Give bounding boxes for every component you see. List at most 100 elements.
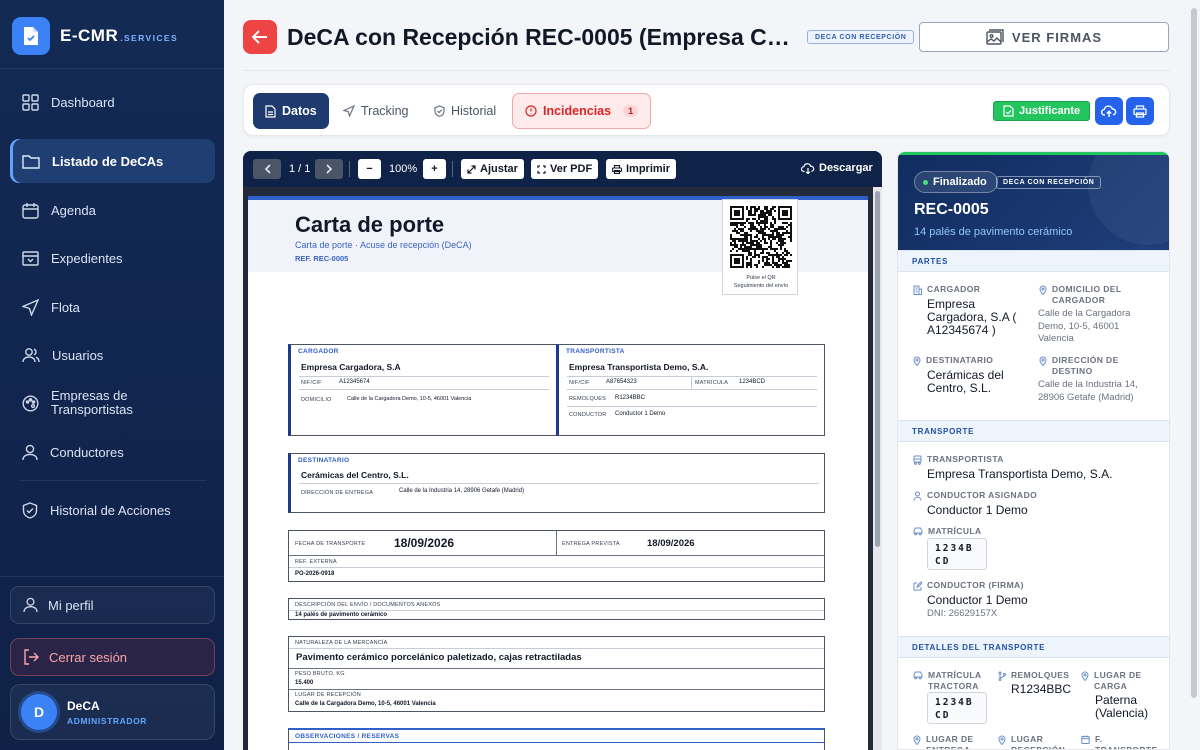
users-icon	[22, 348, 40, 363]
cloud-upload-icon	[1101, 104, 1117, 117]
calendar-icon	[1081, 735, 1090, 744]
upload-cloud-button[interactable]	[1095, 97, 1123, 125]
zoom-in-button[interactable]: +	[423, 159, 446, 179]
print-button[interactable]	[1126, 97, 1154, 125]
sidebar-item-listado[interactable]: Listado de DeCAs	[10, 139, 215, 183]
archive-icon	[22, 250, 39, 266]
cargador-value: Empresa Cargadora, S.A ( A12345674 )	[927, 297, 1017, 337]
map-pin-icon	[1081, 671, 1089, 681]
deca-ref: REC-0005	[914, 201, 989, 218]
sidebar-item-label: Flota	[51, 299, 80, 315]
pdf-viewer: 1 / 1 − 100% + Ajustar Ver PDF Imprimir …	[243, 151, 882, 750]
details-panel: Finalizado DECA CON RECEPCIÓN REC-0005 1…	[897, 151, 1170, 750]
avatar: D	[21, 694, 57, 730]
tab-incidencias[interactable]: Incidencias 1	[512, 93, 652, 129]
sidebar-item-label: Expedientes	[51, 250, 123, 266]
divider	[452, 161, 453, 177]
prev-page-button[interactable]	[253, 159, 281, 179]
car-icon	[913, 527, 923, 536]
calendar-icon	[22, 202, 39, 219]
cloud-download-icon	[801, 162, 815, 174]
incidencias-count: 1	[623, 105, 639, 117]
sidebar-item-flota[interactable]: Flota	[10, 285, 215, 329]
sidebar-item-historial[interactable]: Historial de Acciones	[10, 488, 215, 532]
pdf-toolbar: 1 / 1 − 100% + Ajustar Ver PDF Imprimir …	[243, 151, 882, 187]
tab-historial[interactable]: Historial	[422, 93, 508, 129]
pdf-scrollbar[interactable]	[873, 187, 882, 750]
pdf-page: Carta de porte Carta de porte · Acuse de…	[248, 196, 868, 750]
expand-icon	[467, 164, 476, 174]
edit-icon	[913, 581, 922, 591]
firma-value: Conductor 1 Demo	[927, 593, 1028, 607]
page-title: DeCA con Recepción REC-0005 (Empresa Car…	[287, 24, 799, 50]
ver-pdf-button[interactable]: Ver PDF	[531, 159, 599, 179]
alert-circle-icon	[525, 105, 537, 117]
observaciones-box: OBSERVACIONES / RESERVAS	[288, 728, 825, 750]
pdf-title: Carta de porte	[295, 212, 445, 237]
user-name: DeCA	[67, 698, 100, 713]
divider	[349, 161, 350, 177]
sidebar-item-label: Conductores	[50, 444, 124, 460]
destinatario-box: DESTINATARIO Cerámicas del Centro, S.L. …	[288, 453, 825, 513]
sidebar-item-empresas[interactable]: Empresas de Transportistas	[10, 381, 215, 425]
map-pin-icon	[998, 735, 1006, 745]
pdf-ref: REF. REC-0005	[295, 254, 349, 263]
navigation-icon	[343, 105, 355, 117]
ajustar-button[interactable]: Ajustar	[461, 159, 524, 179]
sidebar-item-agenda[interactable]: Agenda	[10, 188, 215, 232]
document-icon	[12, 17, 50, 55]
map-pin-icon	[1039, 356, 1047, 366]
justificante-button[interactable]: Justificante	[993, 101, 1091, 121]
sidebar-item-dashboard[interactable]: Dashboard	[10, 80, 215, 124]
divider	[243, 70, 1170, 71]
section-detalles: DETALLES DEL TRANSPORTE	[898, 636, 1169, 658]
image-icon	[986, 29, 1004, 45]
section-partes: PARTES	[898, 250, 1169, 272]
zoom-out-button[interactable]: −	[358, 159, 381, 179]
zoom-level: 100%	[389, 163, 418, 175]
chevron-right-icon	[325, 164, 332, 174]
qr-icon	[730, 206, 792, 268]
navigation-icon	[22, 298, 39, 316]
sidebar-item-label: Listado de DeCAs	[52, 153, 164, 169]
user-icon	[22, 444, 38, 460]
tab-datos[interactable]: Datos	[253, 93, 329, 129]
page-indicator: 1 / 1	[289, 163, 311, 175]
tab-bar: Datos Tracking Historial Incidencias 1 J…	[243, 84, 1170, 136]
ver-firmas-button[interactable]: VER FIRMAS	[919, 22, 1169, 52]
sidebar-item-conductores[interactable]: Conductores	[10, 430, 215, 474]
sidebar-item-usuarios[interactable]: Usuarios	[10, 333, 215, 377]
folder-icon	[22, 155, 40, 169]
brand[interactable]: E-CMR .SERVICES	[12, 16, 178, 56]
destinatario-value: Cerámicas del Centro, S.L.	[927, 368, 1004, 395]
grid-icon	[22, 93, 39, 111]
next-page-button[interactable]	[315, 159, 343, 179]
page-scrollbar[interactable]	[1188, 0, 1200, 750]
building-icon	[913, 285, 922, 295]
user-icon	[23, 597, 38, 613]
profile-button[interactable]: Mi perfil	[10, 586, 215, 624]
back-button[interactable]	[243, 20, 277, 54]
remolques-value: R1234BBC	[1011, 682, 1072, 696]
descargar-button[interactable]: Descargar	[801, 162, 873, 174]
imprimir-button[interactable]: Imprimir	[606, 159, 677, 179]
git-branch-icon	[998, 671, 1006, 681]
mercancia-box: NATURALEZA DE LA MERCANCÍA Pavimento cer…	[288, 636, 825, 712]
carga-value: Paterna (Valencia)	[1095, 693, 1149, 720]
sidebar-item-label: Empresas de Transportistas	[51, 388, 133, 417]
logout-icon	[24, 649, 39, 665]
chevron-left-icon	[264, 164, 271, 174]
user-card[interactable]: D DeCA ADMINISTRADOR	[10, 684, 215, 740]
transportista-value: Empresa Transportista Demo, S.A.	[927, 467, 1113, 481]
sidebar-item-expedientes[interactable]: Expedientes	[10, 236, 215, 280]
logout-button[interactable]: Cerrar sesión	[10, 638, 215, 676]
tab-tracking[interactable]: Tracking	[331, 93, 420, 129]
car-icon	[913, 671, 923, 680]
user-icon	[913, 491, 922, 501]
cargador-box: CARGADOR Empresa Cargadora, S.A NIF/CIF …	[288, 344, 558, 436]
fullscreen-icon	[537, 164, 546, 174]
file-check-icon	[1003, 105, 1014, 117]
transportista-box: TRANSPORTISTA Empresa Transportista Demo…	[556, 344, 825, 436]
qr-code[interactable]: Pulse el QR Seguimiento del envío	[722, 199, 798, 295]
divider	[0, 68, 224, 69]
